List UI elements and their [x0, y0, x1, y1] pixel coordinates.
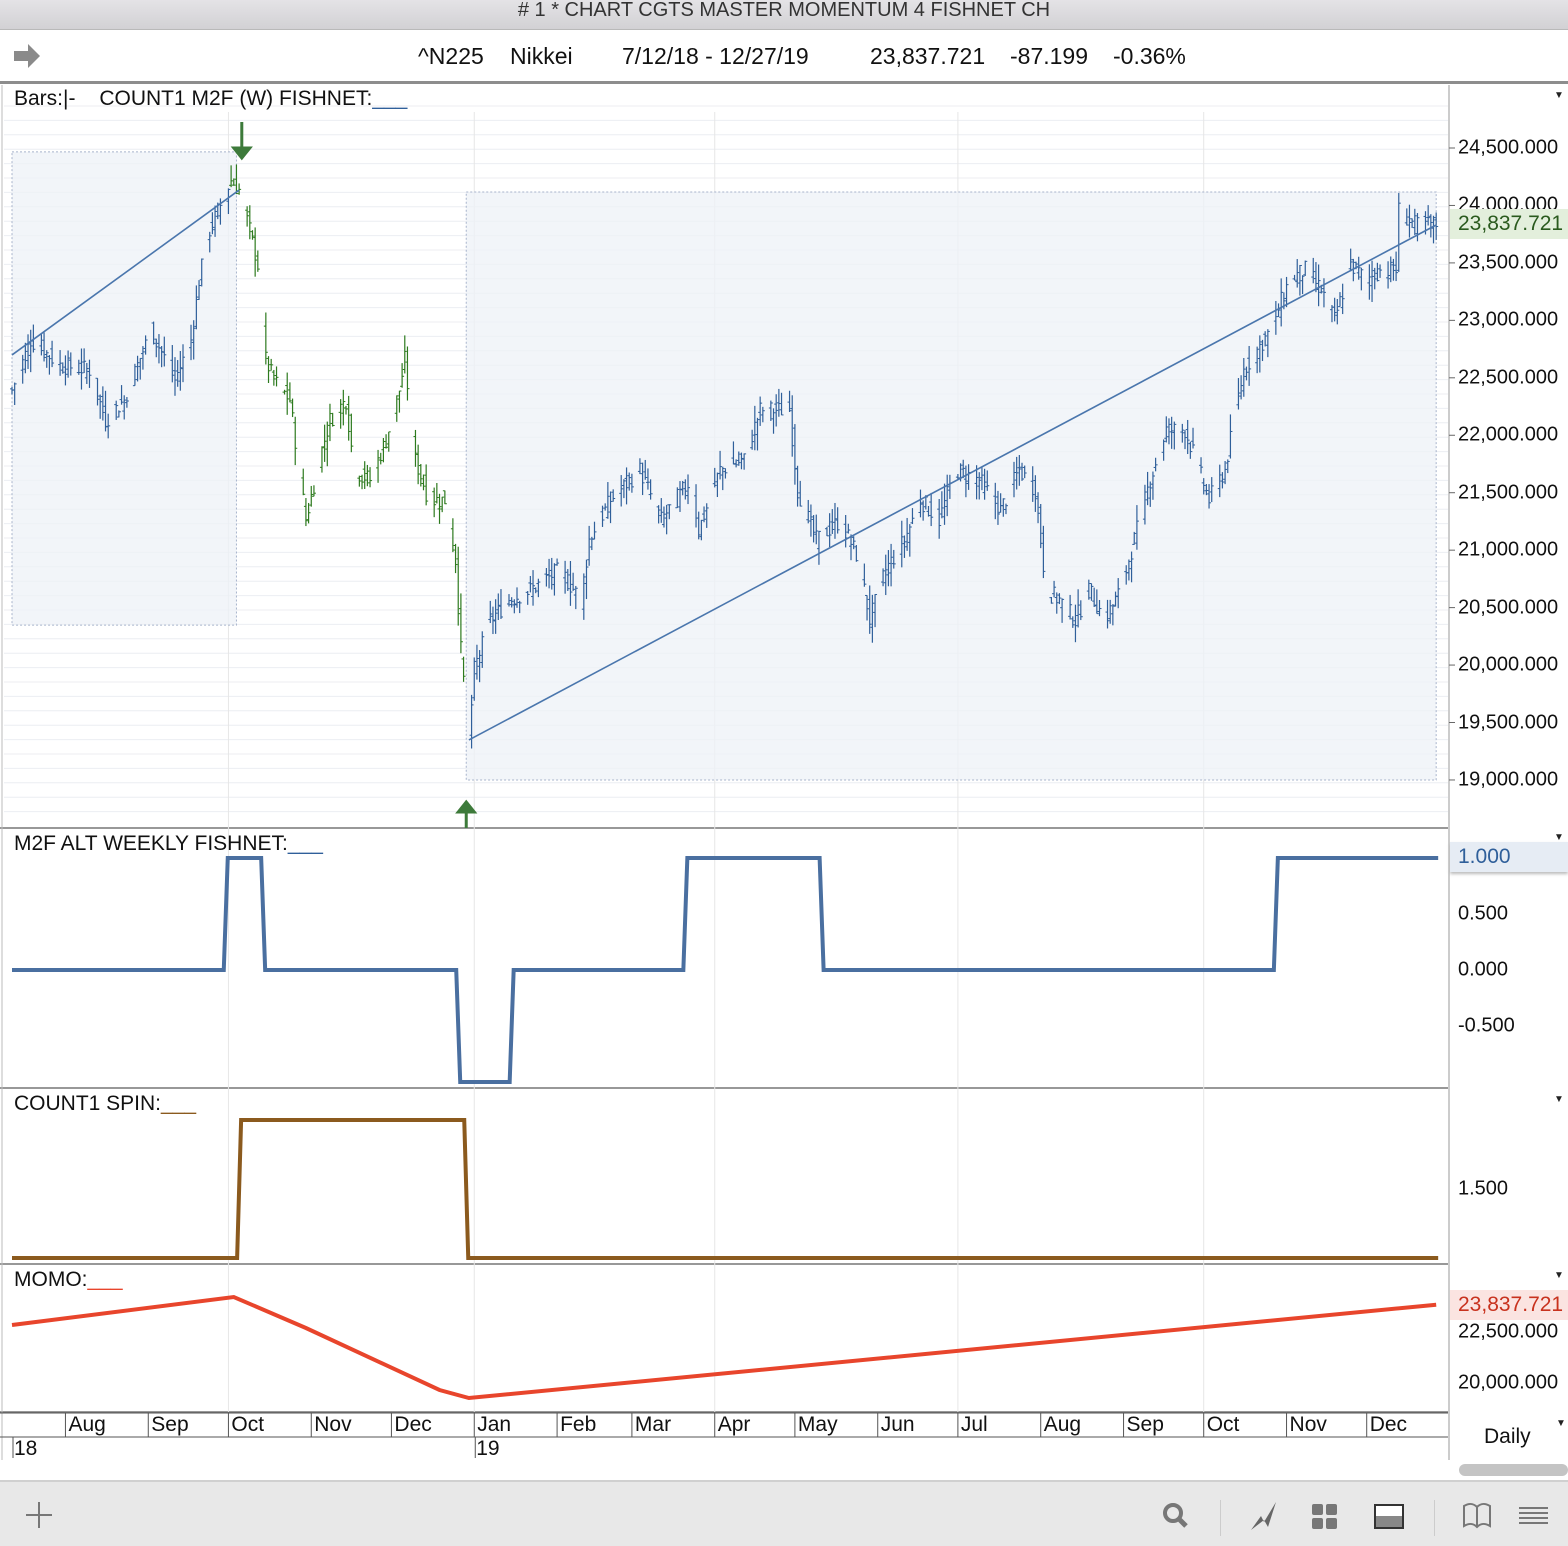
interval-select[interactable]: Daily	[1484, 1425, 1531, 1449]
month-label: Jun	[880, 1413, 915, 1436]
fishnet-box	[465, 191, 1437, 781]
m2f-panel-label: M2F ALT WEEKLY FISHNET:___	[14, 832, 323, 856]
price-axis-label: 22,000.000	[1458, 423, 1559, 446]
price-panel-label: Bars:|- COUNT1 M2F (W) FISHNET:___	[14, 87, 407, 111]
month-label: May	[797, 1413, 838, 1436]
month-label: Feb	[560, 1413, 597, 1436]
toolbar-divider	[1434, 1500, 1435, 1536]
m2f-axis-label: 0.500	[1458, 902, 1509, 925]
bars-label: Bars:	[14, 87, 64, 110]
month-label: Jan	[477, 1413, 512, 1436]
panel-layout-icon[interactable]	[1374, 1500, 1404, 1530]
month-label: Apr	[717, 1413, 751, 1436]
menu-icon[interactable]	[1518, 1500, 1548, 1530]
month-label: Jul	[960, 1413, 988, 1436]
book-icon[interactable]	[1462, 1500, 1492, 1530]
momo-line	[11, 1294, 1437, 1401]
month-label: Sep	[1126, 1413, 1164, 1436]
month-label: Oct	[1206, 1413, 1240, 1436]
month-label: Aug	[1043, 1413, 1082, 1436]
bars-style[interactable]: |-	[63, 87, 75, 110]
momo-value: ___	[87, 1268, 123, 1291]
sell-arrow-icon	[230, 122, 253, 161]
toolbar-divider	[1220, 1500, 1221, 1536]
price-axis-label: 19,000.000	[1458, 768, 1559, 791]
spin-line	[12, 1118, 1439, 1260]
price-axis-label: 20,500.000	[1458, 596, 1559, 619]
month-label: Oct	[231, 1413, 265, 1436]
price-axis-label: 19,500.000	[1458, 711, 1559, 733]
price-axis-label: 21,500.000	[1458, 481, 1559, 504]
spin-panel-menu-icon[interactable]: ▼	[1554, 1094, 1564, 1105]
month-label: Nov	[314, 1413, 352, 1436]
momo-axis-label: 20,000.000	[1458, 1371, 1559, 1394]
year-label: 19	[476, 1437, 500, 1460]
horizontal-scrollbar[interactable]	[1459, 1464, 1568, 1476]
m2f-last-tag: 1.000	[1450, 842, 1568, 872]
chart-canvas	[0, 85, 1455, 1460]
interval-chevron-icon[interactable]: ▼	[1556, 1418, 1566, 1429]
momo-panel-label: MOMO:___	[14, 1268, 123, 1292]
momo-last-tag: 23,837.721	[1450, 1290, 1568, 1320]
m2f-axis-label: -0.500	[1458, 1014, 1515, 1037]
search-icon[interactable]	[1160, 1500, 1190, 1530]
fishnet-box	[11, 151, 237, 626]
price-axis-label: 21,000.000	[1458, 538, 1559, 561]
month-label: Sep	[151, 1413, 189, 1436]
m2f-label: M2F ALT WEEKLY FISHNET:	[14, 832, 288, 855]
add-icon[interactable]	[24, 1500, 54, 1530]
m2f-line	[12, 856, 1439, 1084]
m2f-axis-label: 0.000	[1458, 958, 1509, 981]
price-axis-label: 24,500.000	[1458, 136, 1559, 159]
momo-axis-label: 22,500.000	[1458, 1320, 1559, 1343]
month-label: Mar	[634, 1413, 672, 1436]
month-label: Aug	[68, 1413, 106, 1436]
spin-value: ___	[161, 1092, 197, 1115]
study-value: ___	[372, 87, 408, 110]
draw-line-icon[interactable]	[1250, 1500, 1280, 1530]
last-price-tag: 23,837.721	[1450, 209, 1568, 239]
price-axis-label: 23,500.000	[1458, 251, 1559, 274]
spin-label: COUNT1 SPIN:	[14, 1092, 162, 1115]
m2f-value: ___	[287, 832, 323, 855]
year-label: 18	[14, 1437, 38, 1460]
price-axis-label: 20,000.000	[1458, 653, 1559, 676]
month-label: Nov	[1289, 1413, 1327, 1436]
bottom-toolbar	[0, 1480, 1568, 1546]
momo-label: MOMO:	[14, 1268, 88, 1291]
month-label: Dec	[1369, 1413, 1408, 1436]
momo-panel-menu-icon[interactable]: ▼	[1554, 1270, 1564, 1281]
study-label: COUNT1 M2F (W) FISHNET:	[99, 87, 373, 110]
spin-axis-label: 1.500	[1458, 1177, 1509, 1200]
grid-layout-icon[interactable]	[1310, 1500, 1340, 1530]
price-axis-label: 23,000.000	[1458, 308, 1559, 331]
buy-arrow-icon	[455, 799, 478, 828]
price-axis-label: 22,500.000	[1458, 366, 1559, 389]
spin-panel-label: COUNT1 SPIN:___	[14, 1092, 196, 1116]
month-label: Dec	[394, 1413, 432, 1436]
price-panel-menu-icon[interactable]: ▼	[1554, 90, 1564, 101]
m2f-panel-menu-icon[interactable]: ▼	[1554, 832, 1564, 843]
